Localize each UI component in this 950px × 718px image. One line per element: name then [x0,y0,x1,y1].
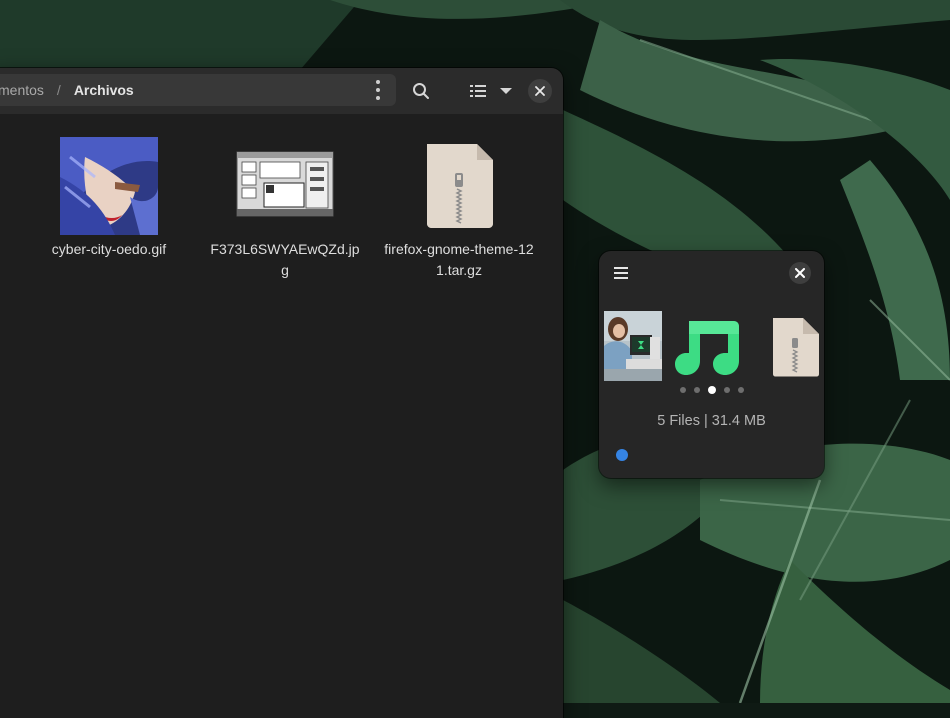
carousel-dot[interactable] [693,387,700,393]
music-note-icon[interactable] [675,317,741,377]
file-name: F373L6SWYAEwQZd.jpg [210,241,360,278]
carousel-dot[interactable] [737,387,744,393]
file-shelf-window: 5 Files | 31.4 MB [599,251,824,478]
breadcrumb-separator: / [56,82,61,98]
file-name: firefox-gnome-theme-121.tar.gz [384,241,534,278]
archive-icon [427,144,493,228]
jpg-thumbnail [236,151,334,217]
carousel-dot[interactable] [723,387,730,393]
close-window-button[interactable] [528,79,552,103]
carousel-dot[interactable] [679,387,686,393]
shelf-summary: 5 Files | 31.4 MB [657,413,766,429]
status-indicator [616,449,628,461]
search-button[interactable] [406,76,436,106]
close-icon [535,86,545,96]
image-thumbnail[interactable] [604,311,662,381]
kebab-menu-icon[interactable] [370,80,386,100]
file-item[interactable]: firefox-gnome-theme-121.tar.gz [384,137,534,281]
file-name: cyber-city-oedo.gif [51,241,167,257]
gif-thumbnail [60,137,158,235]
archive-icon[interactable] [771,315,819,377]
close-icon [795,268,805,278]
view-options-button[interactable] [466,76,516,106]
hamburger-menu-icon[interactable] [613,265,629,281]
chevron-down-icon [500,88,512,94]
file-item[interactable]: F373L6SWYAEwQZd.jpg [210,137,360,281]
file-manager-window: mentos / Archivos cyber-city-oedo.gif F3… [0,68,563,718]
breadcrumb[interactable]: mentos / Archivos [0,74,396,106]
breadcrumb-current[interactable]: Archivos [74,82,134,98]
carousel-dot[interactable] [707,386,716,394]
search-icon [413,83,429,99]
header-bar: mentos / Archivos [0,68,563,114]
close-shelf-button[interactable] [789,262,811,284]
list-view-icon [470,85,486,97]
carousel-pagination [599,386,824,394]
file-item[interactable]: cyber-city-oedo.gif [34,137,184,260]
breadcrumb-previous[interactable]: mentos [0,82,44,98]
